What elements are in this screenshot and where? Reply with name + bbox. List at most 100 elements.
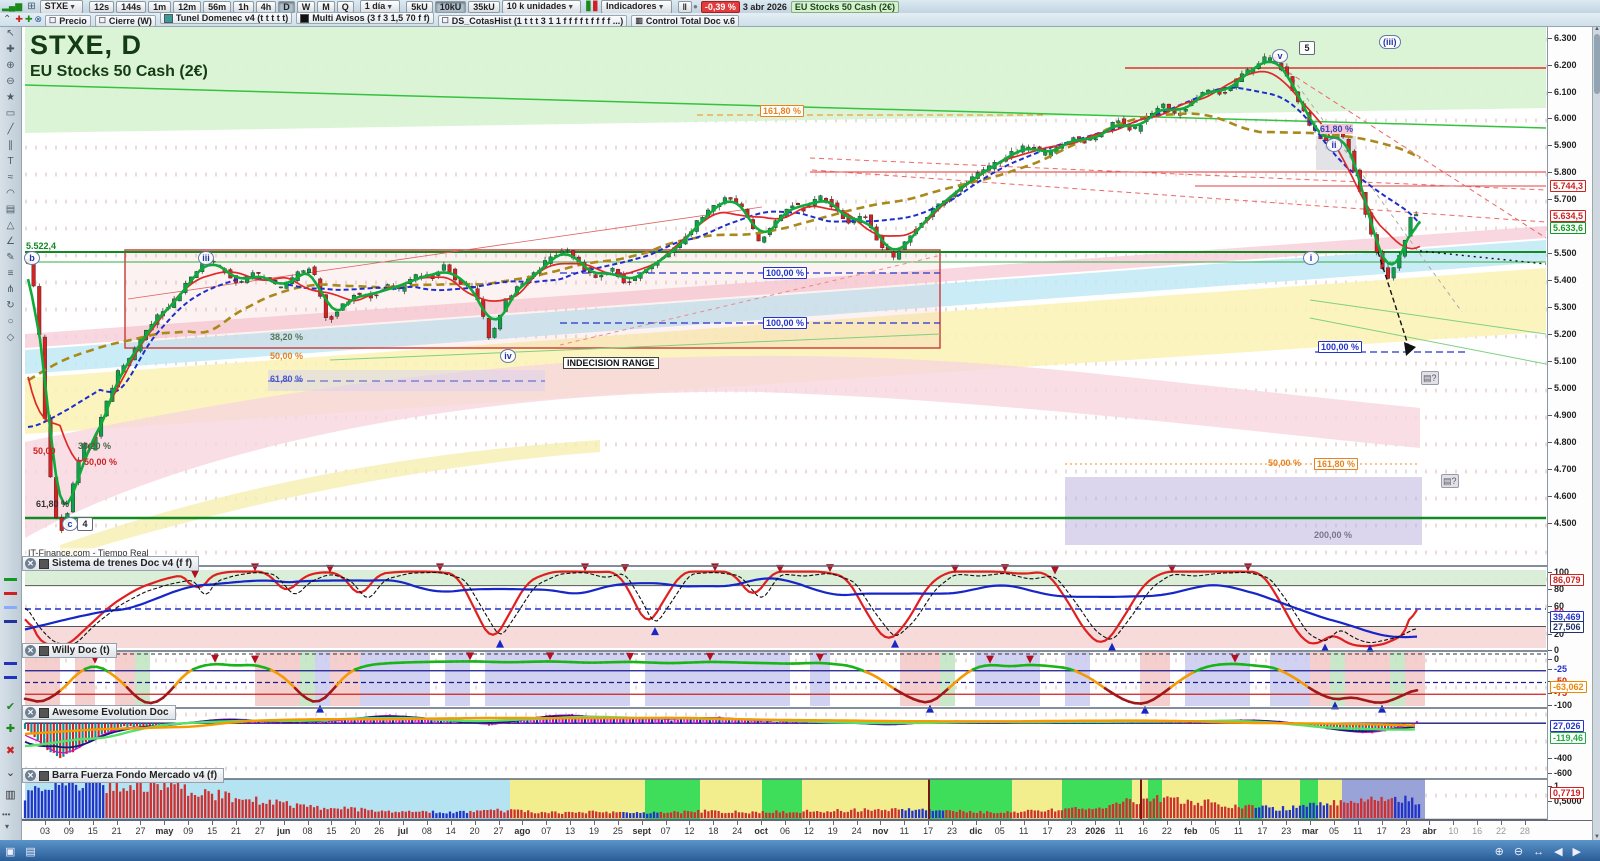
date-tick-mark [426, 821, 428, 825]
collapse-toolbar-icon[interactable]: ⌃ [0, 12, 14, 28]
overlay-toggle-3[interactable]: Multi Avisos (3 f 3 1,5 70 f f) [296, 12, 434, 25]
axis-tick-label: 6.100 [1554, 87, 1577, 97]
like-icon[interactable]: ✚ [0, 722, 21, 735]
record-icon[interactable]: ● [693, 2, 698, 11]
unit-button-5kU[interactable]: 5kU [406, 0, 433, 13]
date-axis[interactable]: 03 09 15 21 27 may 09 15 21 27 jun 08 15 20 26 jul 08 14 2… [21, 820, 1592, 841]
trendline-tool-icon[interactable]: ╱ [0, 122, 21, 138]
date-label: 16 [1472, 826, 1483, 836]
fit-width-icon[interactable]: ↔ [1528, 846, 1549, 858]
cursor-tool-icon[interactable]: ↖ [0, 26, 21, 42]
lines-tool-icon[interactable]: ≡ [0, 266, 21, 282]
timeframe-button-56m[interactable]: 56m [203, 0, 232, 13]
panel-header-barra-fuerza[interactable]: ✕ Barra Fuerza Fondo Mercado v4 (f) [22, 768, 225, 783]
axis-tick-mark [1548, 758, 1552, 759]
workspace-icon[interactable]: ▣ [0, 845, 20, 858]
confirm-icon[interactable]: ✔ [0, 700, 21, 713]
pencil-tool-icon[interactable]: ✎ [0, 250, 21, 266]
date-tick-mark [713, 821, 715, 825]
timeframe-button-12m[interactable]: 12m [173, 0, 202, 13]
timeframe-button-12s[interactable]: 12s [89, 0, 115, 13]
add-red-icon[interactable]: ✚ [14, 14, 24, 25]
price-axis[interactable]: 6.300 6.200 6.100 6.000 5.900 5.800 5.700 5.500… [1547, 26, 1593, 820]
zoom-out-icon[interactable]: ⊖ [0, 74, 21, 90]
date-label: jun [276, 826, 291, 836]
checkbox-icon[interactable]: ☐ [49, 16, 56, 26]
timeframe-button-144s[interactable]: 144s [116, 0, 147, 13]
rotate-tool-icon[interactable]: ↻ [0, 298, 21, 314]
add-green-icon[interactable]: ✚ [24, 14, 34, 25]
grid-view-icon[interactable]: ▤ [20, 845, 40, 858]
overlay-toggle-2[interactable]: Tunel Domenec v4 (t t t t t) [159, 12, 293, 25]
indicator-panels-svg[interactable] [21, 558, 1547, 820]
channel-tool-icon[interactable]: ∥ [0, 138, 21, 154]
date-label: 23 [947, 826, 958, 836]
delete-icon[interactable]: ✖ [0, 744, 21, 757]
scroll-right-icon[interactable]: ▶ [1568, 845, 1586, 858]
zoom-out-icon[interactable]: ⊖ [1509, 845, 1528, 858]
checkbox-icon[interactable]: ☐ [99, 16, 106, 26]
close-blue-icon[interactable]: ⊗ [33, 14, 43, 25]
date-tick-mark [1119, 821, 1121, 825]
panel-header-awesome-evolution[interactable]: ✕ Awesome Evolution Doc [22, 705, 176, 720]
close-icon[interactable]: ✕ [25, 770, 36, 781]
close-icon[interactable]: ✕ [25, 558, 36, 569]
timeframe-button-D[interactable]: D [278, 0, 295, 13]
arc-tool-icon[interactable]: ◠ [0, 186, 21, 202]
overlay-toggle-5[interactable]: ▥ Control Total Doc v.6 [631, 14, 740, 27]
date-tick-mark [1286, 821, 1288, 825]
checkbox-icon[interactable]: ☐ [442, 16, 449, 26]
timeframe-button-Q[interactable]: Q [336, 0, 354, 13]
ellipse-tool-icon[interactable]: ○ [0, 314, 21, 330]
date-tick-mark [45, 821, 46, 825]
expand-icon[interactable]: ▾ [5, 822, 9, 831]
wave-tool-icon[interactable]: ≈ [0, 170, 21, 186]
zoom-in-icon[interactable]: ⊕ [1490, 845, 1509, 858]
close-icon[interactable]: ✕ [25, 645, 36, 656]
date-tick-mark [808, 821, 810, 825]
date-label: 15 [207, 826, 218, 836]
timeframe-button-4h[interactable]: 4h [255, 0, 277, 13]
date-label: 05 [1209, 826, 1220, 836]
timeframe-button-group: 12s 144s 1m 12m 56m 1h 4h D W M Q [88, 0, 355, 13]
overlay-toggle-1[interactable]: ☐ Cierre (W) [94, 14, 156, 27]
timeframe-button-1m[interactable]: 1m [148, 0, 172, 13]
axis-tick-mark [1548, 199, 1552, 200]
pause-button[interactable]: ‖ [677, 0, 692, 13]
timeframe-button-1h[interactable]: 1h [233, 0, 254, 13]
layers-icon[interactable]: ▥ [0, 788, 21, 801]
text-tool-icon[interactable]: T [0, 154, 21, 170]
diamond-tool-icon[interactable]: ◇ [0, 330, 21, 346]
overlay-toggle-0[interactable]: ☐ Precio [45, 14, 91, 27]
axis-tick-mark [1548, 307, 1552, 308]
fib-tool-icon[interactable]: ▤ [0, 202, 21, 218]
triangle-tool-icon[interactable]: △ [0, 218, 21, 234]
favorites-icon[interactable]: ★ [0, 90, 21, 106]
scroll-left-icon[interactable]: ◀ [1549, 845, 1567, 858]
price-chart-svg[interactable] [21, 26, 1547, 558]
timeframe-button-M[interactable]: M [317, 0, 335, 13]
date-tick-mark [164, 821, 166, 825]
panel-header-willy-doc[interactable]: ✕ Willy Doc (t) [22, 643, 117, 658]
more-tools-icon[interactable]: ••• [2, 810, 10, 819]
rectangle-tool-icon[interactable]: ▭ [0, 106, 21, 122]
vertical-scrollbar[interactable]: ▲ ▼ [1592, 26, 1600, 840]
chart-zoom-controls: ⊕ ⊖ ↔ ◀ ▶ [1490, 842, 1586, 860]
close-icon[interactable]: ✕ [25, 707, 36, 718]
pitchfork-tool-icon[interactable]: ⋔ [0, 282, 21, 298]
date-tick-mark [665, 821, 667, 825]
timeframe-button-W[interactable]: W [296, 0, 316, 13]
angle-tool-icon[interactable]: ∠ [0, 234, 21, 250]
scrollbar-thumb[interactable] [1594, 34, 1600, 94]
panel-header-sistema-trenes[interactable]: ✕ Sistema de trenes Doc v4 (f f) [22, 556, 200, 571]
crosshair-tool-icon[interactable]: ✚ [0, 42, 21, 58]
overlay-toggle-4[interactable]: ☐ DS_CotasHist (1 t t t 3 1 1 f f f f t f… [437, 14, 628, 27]
date-tick-mark [283, 821, 285, 825]
axis-tick-mark [1548, 572, 1552, 573]
unit-button-35kU[interactable]: 35kU [468, 0, 500, 13]
date-label: 19 [588, 826, 600, 836]
zoom-in-icon[interactable]: ⊕ [0, 58, 21, 74]
axis-tick-label: 5.300 [1554, 302, 1577, 312]
unit-button-10kU[interactable]: 10kU [434, 0, 467, 13]
collapse-icon[interactable]: ⌄ [0, 766, 21, 779]
